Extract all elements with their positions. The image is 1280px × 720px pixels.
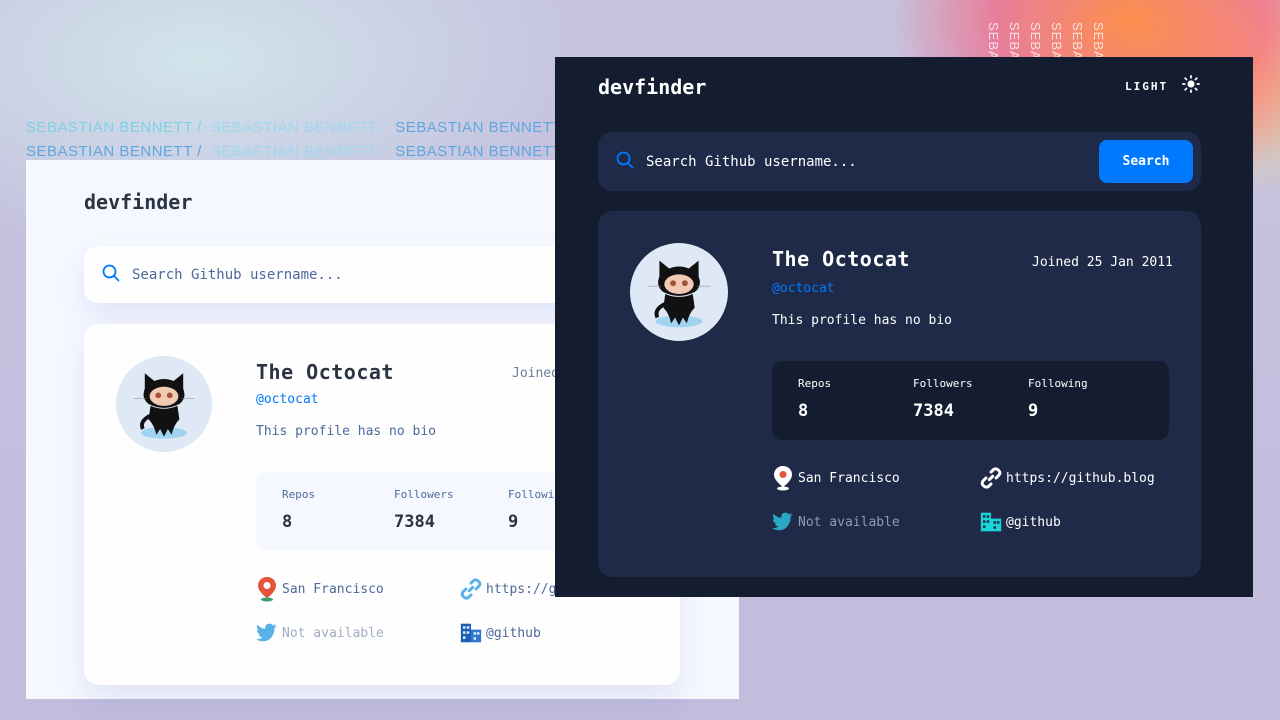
app-logo: devfinder <box>84 190 193 214</box>
stat-value: 7384 <box>913 401 954 421</box>
theme-toggle-button[interactable]: LIGHT <box>1125 75 1201 97</box>
info-company[interactable]: @github <box>460 620 541 646</box>
info-blog-link[interactable]: https://github.blog <box>1006 471 1155 486</box>
stat-label: Following <box>1028 377 1088 390</box>
theme-toggle-label: LIGHT <box>1125 79 1169 93</box>
stat-label: Repos <box>798 377 832 390</box>
info-twitter: Not available <box>772 509 900 535</box>
search-icon <box>102 264 120 286</box>
info-location: San Francisco <box>256 576 384 602</box>
stats-box: Repos 8 Followers 7384 Following 9 <box>772 361 1169 440</box>
search-bar[interactable]: Search Github username... Search <box>598 132 1201 191</box>
info-blog-link[interactable]: https://g <box>486 582 556 597</box>
search-icon <box>616 151 634 173</box>
stat-label: Followers <box>913 377 973 390</box>
info-twitter-text: Not available <box>798 514 900 530</box>
app-logo: devfinder <box>598 75 707 99</box>
avatar <box>116 356 212 452</box>
info-location-text: San Francisco <box>282 581 384 597</box>
info-twitter: Not available <box>256 620 384 646</box>
stat-value: 9 <box>508 512 519 532</box>
info-company[interactable]: @github <box>980 509 1061 535</box>
profile-card: The Octocat @octocat This profile has no… <box>598 211 1201 577</box>
twitter-icon <box>256 620 278 646</box>
vertical-name-text: SEBASTIAN <box>1028 22 1043 62</box>
avatar <box>630 243 728 341</box>
location-pin-icon <box>256 576 278 602</box>
dark-theme-preview: devfinder LIGHT Search Github username..… <box>555 57 1253 597</box>
stat-label: Followers <box>394 488 454 501</box>
info-blog[interactable]: https://github.blog <box>980 465 1155 491</box>
vertical-name-text: SEBASTIAN <box>1070 22 1085 62</box>
stat-value: 7384 <box>394 512 435 532</box>
vertical-name-text: SEBASTIAN <box>1049 22 1064 62</box>
info-twitter-text: Not available <box>282 625 384 641</box>
background-name-line: SEBASTIAN BENNETT / SEBASTIAN BENNETT / … <box>26 116 575 140</box>
info-company-text[interactable]: @github <box>1006 515 1061 530</box>
background-vertical-names: SEBASTIAN SEBASTIAN SEBASTIAN SEBASTIAN … <box>986 22 1106 62</box>
vertical-name-text: SEBASTIAN <box>986 22 1001 62</box>
background-name-text: SEBASTIAN BENNETT / <box>26 143 202 160</box>
vertical-name-text: SEBASTIAN <box>1007 22 1022 62</box>
stat-label: Followi <box>508 488 555 501</box>
stat-value: 8 <box>282 512 293 532</box>
background-name-text: SEBASTIAN BENNETT / <box>395 143 572 160</box>
building-icon <box>460 620 482 646</box>
background-name-text: SEBASTIAN BENNETT / <box>395 119 572 136</box>
profile-name: The Octocat <box>772 247 910 271</box>
profile-handle-link[interactable]: @octocat <box>772 281 835 296</box>
twitter-icon <box>772 509 794 535</box>
info-location: San Francisco <box>772 465 900 491</box>
background-name-text: SEBASTIAN BENNETT / <box>210 143 387 160</box>
sun-icon <box>1182 75 1201 97</box>
profile-name: The Octocat <box>256 360 394 384</box>
info-company-text[interactable]: @github <box>486 626 541 641</box>
link-icon <box>980 465 1002 491</box>
link-icon <box>460 576 482 602</box>
joined-date: Joined <box>512 366 559 381</box>
info-location-text: San Francisco <box>798 470 900 486</box>
vertical-name-text: SEBASTIAN <box>1091 22 1106 62</box>
search-input[interactable]: Search Github username... <box>132 267 343 283</box>
stat-label: Repos <box>282 488 316 501</box>
location-pin-icon <box>772 465 794 491</box>
profile-bio: This profile has no bio <box>256 424 437 439</box>
profile-handle-link[interactable]: @octocat <box>256 392 319 407</box>
building-icon <box>980 509 1002 535</box>
info-blog[interactable]: https://g <box>460 576 556 602</box>
background-name-text: SEBASTIAN BENNETT / <box>210 119 387 136</box>
search-input[interactable]: Search Github username... <box>646 154 857 170</box>
search-button[interactable]: Search <box>1099 140 1193 183</box>
joined-date: Joined 25 Jan 2011 <box>1032 255 1173 270</box>
background-name-text: SEBASTIAN BENNETT / <box>26 119 202 136</box>
stat-value: 8 <box>798 401 809 421</box>
profile-bio: This profile has no bio <box>772 313 953 328</box>
stat-value: 9 <box>1028 401 1039 421</box>
